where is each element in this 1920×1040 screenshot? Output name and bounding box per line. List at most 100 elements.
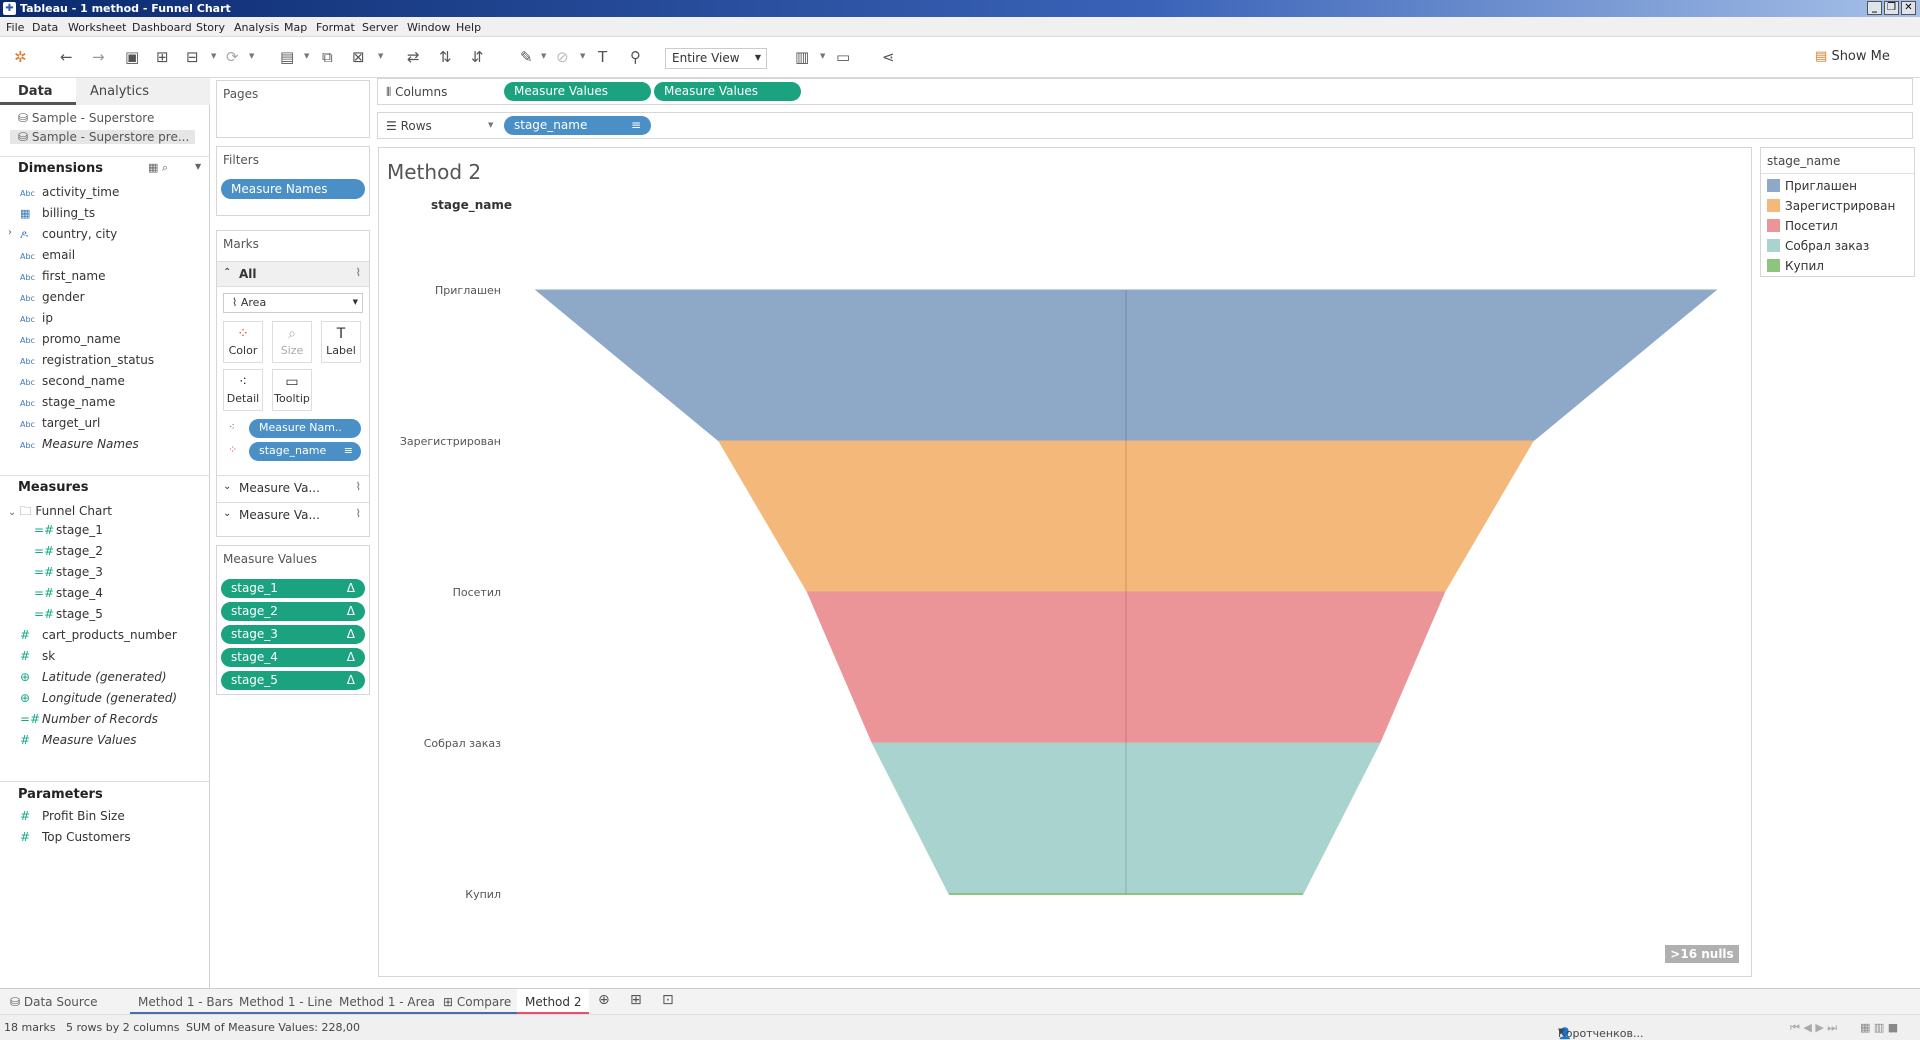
menu-server[interactable]: Server xyxy=(362,21,398,34)
presentation-mode-icon[interactable]: ▭ xyxy=(836,48,850,66)
color-button[interactable]: ⁘ Color xyxy=(223,321,263,363)
field-stage-1[interactable]: =# stage_1 xyxy=(34,523,103,541)
tableau-home-icon[interactable]: ✲ xyxy=(14,48,27,66)
dropdown-arrow-icon[interactable]: ▼ xyxy=(378,52,383,60)
save-icon[interactable]: ▣ xyxy=(125,48,139,66)
legend-item[interactable]: Приглашен xyxy=(1767,179,1857,195)
filters-card[interactable]: Filters Measure Names xyxy=(216,146,370,216)
dropdown-arrow-icon[interactable]: ▼ xyxy=(580,52,585,60)
field-registration-status[interactable]: Abc registration_status xyxy=(20,353,154,371)
field-stage-5[interactable]: =# stage_5 xyxy=(34,607,103,625)
menu-analysis[interactable]: Analysis xyxy=(234,21,279,34)
field-stage-3[interactable]: =# stage_3 xyxy=(34,565,103,583)
menu-format[interactable]: Format xyxy=(316,21,355,34)
fit-select[interactable]: Entire View ▼ xyxy=(665,48,767,69)
marks-all-row[interactable]: ⌃ All ⌇ xyxy=(217,261,369,287)
marks-pill-stage-name[interactable]: stage_name ≡ xyxy=(249,442,361,461)
menu-worksheet[interactable]: Worksheet xyxy=(68,21,126,34)
datasource-item-selected[interactable]: ⛁ Sample - Superstore pre... xyxy=(10,130,195,144)
pages-card[interactable]: Pages xyxy=(216,80,370,138)
legend-item[interactable]: Посетил xyxy=(1767,219,1838,235)
new-datasource-icon[interactable]: ⊞ xyxy=(156,48,169,66)
field-cart-products-number[interactable]: # cart_products_number xyxy=(20,628,177,646)
tab-method-1-line[interactable]: Method 1 - Line xyxy=(231,989,341,1015)
field-target-url[interactable]: Abc target_url xyxy=(20,416,100,434)
dropdown-arrow-icon[interactable]: ▼ xyxy=(304,52,309,60)
pause-updates-icon[interactable]: ⊟ xyxy=(186,48,199,66)
menu-data[interactable]: Data xyxy=(32,21,58,34)
tab-method-1-bars[interactable]: Method 1 - Bars xyxy=(130,989,242,1015)
filter-pill-measure-names[interactable]: Measure Names xyxy=(221,179,365,199)
duplicate-sheet-icon[interactable]: ⧉ xyxy=(322,48,333,66)
sub-marks-row-2[interactable]: ⌄ Measure Va... ⌇ xyxy=(217,502,369,528)
field-billing-ts[interactable]: ▦ billing_ts xyxy=(20,206,95,224)
measure-values-card[interactable]: Measure Values stage_1 Δ stage_2 Δ stage_3… xyxy=(216,545,370,695)
rows-shelf[interactable]: ☰ Rows ▼ stage_name ≡ xyxy=(377,112,1913,139)
field-stage-2[interactable]: =# stage_2 xyxy=(34,544,103,562)
field-sk[interactable]: # sk xyxy=(20,649,55,667)
mv-pill-stage-5[interactable]: stage_5 Δ xyxy=(221,671,365,690)
view-toggle-icon[interactable]: ▦ ⌕ xyxy=(148,161,168,175)
row-label[interactable]: Купил xyxy=(465,888,501,901)
chevron-down-icon[interactable]: ▼ xyxy=(488,121,493,129)
close-button[interactable]: ✕ xyxy=(1901,1,1916,15)
sub-marks-row-1[interactable]: ⌄ Measure Va... ⌇ xyxy=(217,475,369,501)
row-label[interactable]: Собрал заказ xyxy=(424,737,501,750)
row-label[interactable]: Зарегистрирован xyxy=(400,435,501,448)
undo-icon[interactable]: ← xyxy=(60,48,73,66)
new-worksheet-icon[interactable]: ▤ xyxy=(280,48,294,66)
menu-window[interactable]: Window xyxy=(407,21,450,34)
show-me-button[interactable]: ▤ Show Me xyxy=(1815,49,1890,64)
menu-map[interactable]: Map xyxy=(284,21,307,34)
tab-data-source[interactable]: ⛁ Data Source xyxy=(2,989,106,1015)
chevron-right-icon[interactable]: › xyxy=(8,227,12,238)
field-measure-values[interactable]: # Measure Values xyxy=(20,733,136,751)
legend-item[interactable]: Купил xyxy=(1767,259,1824,275)
rows-pill-stage-name[interactable]: stage_name ≡ xyxy=(504,116,651,135)
columns-shelf[interactable]: ⦀ Columns Measure Values Measure Values xyxy=(377,78,1913,105)
pager-icon[interactable]: ⏮ ◀ ▶ ⏭ xyxy=(1790,1021,1837,1035)
field-activity-time[interactable]: Abc activity_time xyxy=(20,185,119,203)
mark-type-select[interactable]: ⌇ Area ▼ xyxy=(223,293,363,313)
tooltip-button[interactable]: ▭ Tooltip xyxy=(272,369,312,411)
tab-method-1-area[interactable]: Method 1 - Area xyxy=(331,989,444,1015)
datasource-item[interactable]: ⛁ Sample - Superstore xyxy=(18,111,154,125)
tab-compare[interactable]: ⊞ Compare xyxy=(435,989,520,1015)
menu-help[interactable]: Help xyxy=(456,21,481,34)
menu-dashboard[interactable]: Dashboard xyxy=(132,21,192,34)
dropdown-arrow-icon[interactable]: ▼ xyxy=(541,52,546,60)
new-worksheet-icon[interactable]: ⊕ xyxy=(590,989,618,1015)
show-mark-labels-icon[interactable]: T xyxy=(598,48,607,66)
param-top-customers[interactable]: # Top Customers xyxy=(20,830,131,848)
field-ip[interactable]: Abc ip xyxy=(20,311,53,329)
restore-button[interactable]: ❐ xyxy=(1884,1,1899,15)
detail-button[interactable]: ⁖ Detail xyxy=(223,369,263,411)
field-promo-name[interactable]: Abc promo_name xyxy=(20,332,121,350)
param-profit-bin-size[interactable]: # Profit Bin Size xyxy=(20,809,125,827)
marks-pill-measure-names[interactable]: Measure Nam.. xyxy=(249,419,361,438)
label-button[interactable]: T Label xyxy=(321,321,361,363)
minimize-button[interactable]: _ xyxy=(1867,1,1882,15)
color-legend[interactable]: stage_name Приглашен Зарегистрирован Пос… xyxy=(1760,147,1915,277)
field-latitude[interactable]: ⊕ Latitude (generated) xyxy=(20,670,167,688)
nulls-badge[interactable]: >16 nulls xyxy=(1665,945,1739,963)
field-first-name[interactable]: Abc first_name xyxy=(20,269,105,287)
clear-sheet-icon[interactable]: ⊠ xyxy=(352,48,365,66)
group-members-icon[interactable]: ⊘ xyxy=(556,48,569,66)
sort-ascending-icon[interactable]: ⇅ xyxy=(439,48,452,66)
field-country-city[interactable]: › ዶ country, city xyxy=(8,227,117,245)
field-gender[interactable]: Abc gender xyxy=(20,290,85,308)
mv-pill-stage-3[interactable]: stage_3 Δ xyxy=(221,625,365,644)
swap-rows-columns-icon[interactable]: ⇄ xyxy=(407,48,420,66)
field-longitude[interactable]: ⊕ Longitude (generated) xyxy=(20,691,177,709)
fix-axes-icon[interactable]: ⚲ xyxy=(630,48,641,66)
legend-item[interactable]: Зарегистрирован xyxy=(1767,199,1895,215)
row-label[interactable]: Приглашен xyxy=(435,284,501,297)
show-cards-icon[interactable]: ▥ xyxy=(795,48,809,66)
mv-pill-stage-1[interactable]: stage_1 Δ xyxy=(221,579,365,598)
dropdown-arrow-icon[interactable]: ▼ xyxy=(820,52,825,60)
highlight-icon[interactable]: ✎ xyxy=(520,48,533,66)
field-number-of-records[interactable]: =# Number of Records xyxy=(20,712,158,730)
field-measure-names[interactable]: Abc Measure Names xyxy=(20,437,139,455)
field-stage-4[interactable]: =# stage_4 xyxy=(34,586,103,604)
